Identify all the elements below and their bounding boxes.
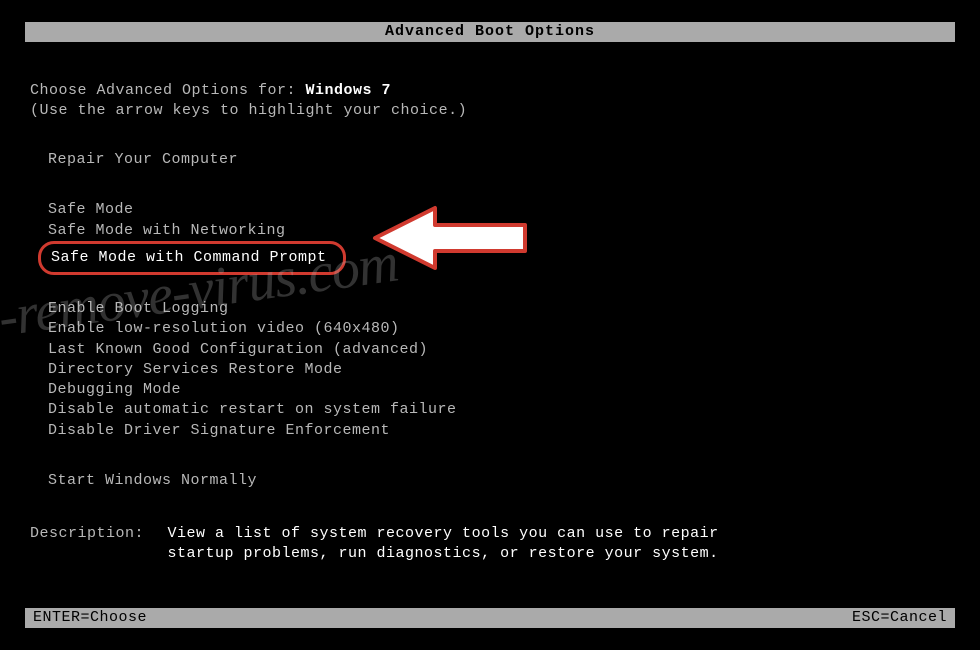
menu-item-repair[interactable]: Repair Your Computer [48, 150, 457, 170]
title-text: Advanced Boot Options [385, 23, 595, 40]
menu-item-last-good[interactable]: Last Known Good Configuration (advanced) [48, 340, 457, 360]
description-block: Description: View a list of system recov… [30, 524, 719, 565]
enter-hint: ENTER=Choose [33, 609, 147, 626]
menu-item-disable-driver-sig[interactable]: Disable Driver Signature Enforcement [48, 421, 457, 441]
menu-item-boot-logging[interactable]: Enable Boot Logging [48, 299, 457, 319]
arrow-hint: (Use the arrow keys to highlight your ch… [30, 102, 467, 119]
arrow-annotation-icon [365, 203, 535, 273]
menu-item-safe-mode-cmd-highlight[interactable]: Safe Mode with Command Prompt [38, 241, 346, 275]
menu-item-ds-restore[interactable]: Directory Services Restore Mode [48, 360, 457, 380]
choose-prefix: Choose Advanced Options for: [30, 82, 306, 99]
title-bar: Advanced Boot Options [25, 22, 955, 42]
menu-item-low-res[interactable]: Enable low-resolution video (640x480) [48, 319, 457, 339]
menu-item-disable-restart[interactable]: Disable automatic restart on system fail… [48, 400, 457, 420]
menu-item-debugging[interactable]: Debugging Mode [48, 380, 457, 400]
boot-menu: Repair Your Computer Safe Mode Safe Mode… [48, 150, 457, 491]
os-name: Windows 7 [306, 82, 392, 99]
choose-line: Choose Advanced Options for: Windows 7 [30, 82, 391, 99]
description-line2: startup problems, run diagnostics, or re… [168, 545, 719, 562]
description-label: Description: [30, 524, 158, 544]
description-line1: View a list of system recovery tools you… [168, 525, 719, 542]
menu-item-start-normal[interactable]: Start Windows Normally [48, 471, 457, 491]
esc-hint: ESC=Cancel [852, 608, 947, 628]
description-text: View a list of system recovery tools you… [168, 524, 719, 565]
bottom-bar: ENTER=Choose ESC=Cancel [25, 608, 955, 628]
